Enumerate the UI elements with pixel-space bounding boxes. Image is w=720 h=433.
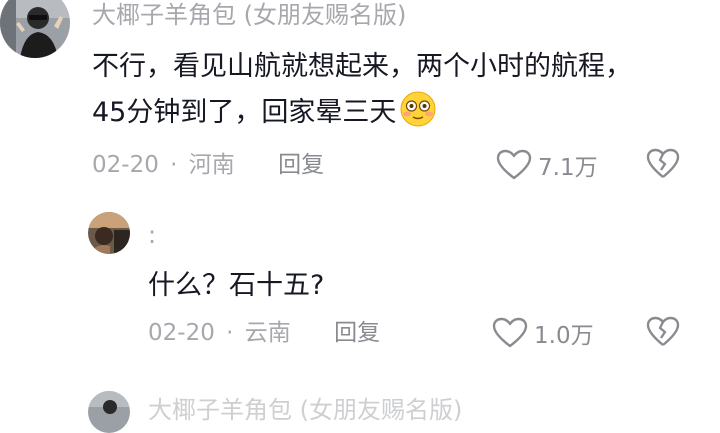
- broken-heart-icon: [646, 148, 680, 178]
- reply-comment-item: 大椰子羊角包 (女朋友赐名版): [0, 385, 720, 433]
- reply-comment-item: : 什么？石十五? 02-20 · 云南 回复 1.0万: [0, 200, 720, 370]
- comment-username[interactable]: 大椰子羊角包 (女朋友赐名版): [148, 395, 462, 425]
- user-avatar-image: [88, 212, 130, 254]
- avatar[interactable]: [0, 0, 70, 58]
- comment-location: 河南: [188, 152, 235, 178]
- comment-item: 大椰子羊角包 (女朋友赐名版) 不行，看见山航就想起来，两个小时的航程， 45分…: [0, 0, 720, 190]
- meta-separator: ·: [170, 152, 178, 178]
- avatar[interactable]: [88, 212, 130, 254]
- user-avatar-image: [88, 391, 130, 433]
- like-count: 7.1万: [538, 155, 598, 181]
- comment-text-span: 45分钟到了，回家晕三天: [92, 97, 397, 128]
- user-avatar-image: [0, 0, 70, 58]
- meta-separator: ·: [226, 320, 234, 346]
- avatar[interactable]: [88, 391, 130, 433]
- comment-username[interactable]: :: [148, 220, 156, 250]
- comment-text-line: 不行，看见山航就想起来，两个小时的航程，: [92, 51, 632, 82]
- comment-username[interactable]: 大椰子羊角包 (女朋友赐名版): [92, 0, 406, 30]
- comment-date: 02-20: [92, 152, 159, 178]
- heart-icon: [496, 149, 532, 180]
- flushed-face-emoji-icon: [400, 91, 436, 127]
- comment-meta: 02-20 · 河南 回复: [92, 150, 324, 180]
- comment-meta: 02-20 · 云南 回复: [148, 318, 380, 348]
- broken-heart-icon: [646, 316, 680, 346]
- reply-button[interactable]: 回复: [278, 152, 324, 178]
- like-count: 1.0万: [534, 323, 594, 349]
- comment-date: 02-20: [148, 320, 215, 346]
- comment-text: 不行，看见山航就想起来，两个小时的航程， 45分钟到了，回家晕三天: [92, 44, 712, 136]
- dislike-button[interactable]: [646, 148, 680, 184]
- like-button[interactable]: 1.0万: [492, 316, 594, 350]
- comment-location: 云南: [244, 320, 291, 346]
- dislike-button[interactable]: [646, 316, 680, 352]
- comment-text-line: 45分钟到了，回家晕三天: [92, 90, 712, 136]
- heart-icon: [492, 317, 528, 348]
- like-button[interactable]: 7.1万: [496, 148, 598, 182]
- comment-text: 什么？石十五?: [148, 270, 325, 301]
- reply-button[interactable]: 回复: [334, 320, 380, 346]
